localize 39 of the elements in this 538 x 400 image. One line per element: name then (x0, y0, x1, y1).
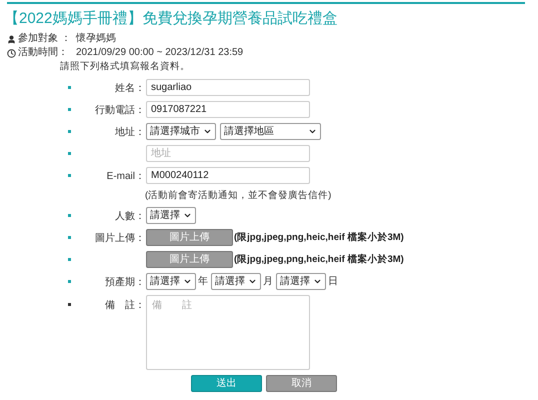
remarks-field[interactable]: 備 註 (146, 295, 310, 370)
field-label: 預產期： (105, 276, 145, 288)
chevron-down-icon (183, 277, 192, 286)
date-unit: 年 (198, 276, 208, 288)
chevron-down-icon (203, 127, 212, 136)
field-label: 姓名： (115, 82, 145, 94)
text-field[interactable]: M000240112 (146, 167, 310, 184)
instruction-text: 請照下列格式填寫報名資料。 (60, 61, 191, 73)
date-unit: 日 (328, 276, 338, 288)
chevron-down-icon (313, 277, 322, 286)
field-label: E-mail： (106, 170, 145, 182)
file-hint: (限jpg,jpeg,png,heic,heif 檔案小於3M) (234, 254, 404, 266)
email-note: (活動前會寄活動通知，並不會發廣告信件) (145, 190, 332, 202)
person-icon (7, 34, 16, 44)
field-label: 備 註： (105, 300, 145, 311)
field-label: 地址： (115, 126, 145, 138)
dropdown[interactable]: 請選擇 (276, 273, 326, 290)
field-label: 行動電話： (95, 104, 145, 116)
dropdown[interactable]: 請選擇 (146, 207, 196, 224)
date-unit: 月 (263, 276, 273, 288)
chevron-down-icon (183, 211, 192, 220)
dropdown[interactable]: 請選擇 (211, 273, 261, 290)
clock-icon (7, 48, 16, 58)
page-title: 【2022媽媽手冊禮】免費兌換孕期營養品試吃禮盒 (4, 9, 338, 29)
dropdown[interactable]: 請選擇地區 (220, 123, 321, 140)
info-label: 參加對象 ： (18, 33, 72, 45)
text-field[interactable]: 地址 (146, 145, 310, 162)
field-label: 人數： (115, 210, 145, 222)
text-field[interactable]: 0917087221 (146, 101, 310, 118)
file-hint: (限jpg,jpeg,png,heic,heif 檔案小於3M) (234, 232, 404, 244)
chevron-down-icon (308, 127, 317, 136)
info-value: 懷孕媽媽 (76, 33, 116, 45)
dropdown[interactable]: 請選擇城市 (146, 123, 216, 140)
field-label: 圖片上傳： (95, 232, 145, 244)
dropdown[interactable]: 請選擇 (146, 273, 196, 290)
chevron-down-icon (248, 277, 257, 286)
info-value: 2021/09/29 00:00 ~ 2023/12/31 23:59 (76, 47, 244, 59)
info-label: 活動時間： (18, 47, 69, 59)
text-field[interactable]: sugarliao (146, 79, 310, 96)
